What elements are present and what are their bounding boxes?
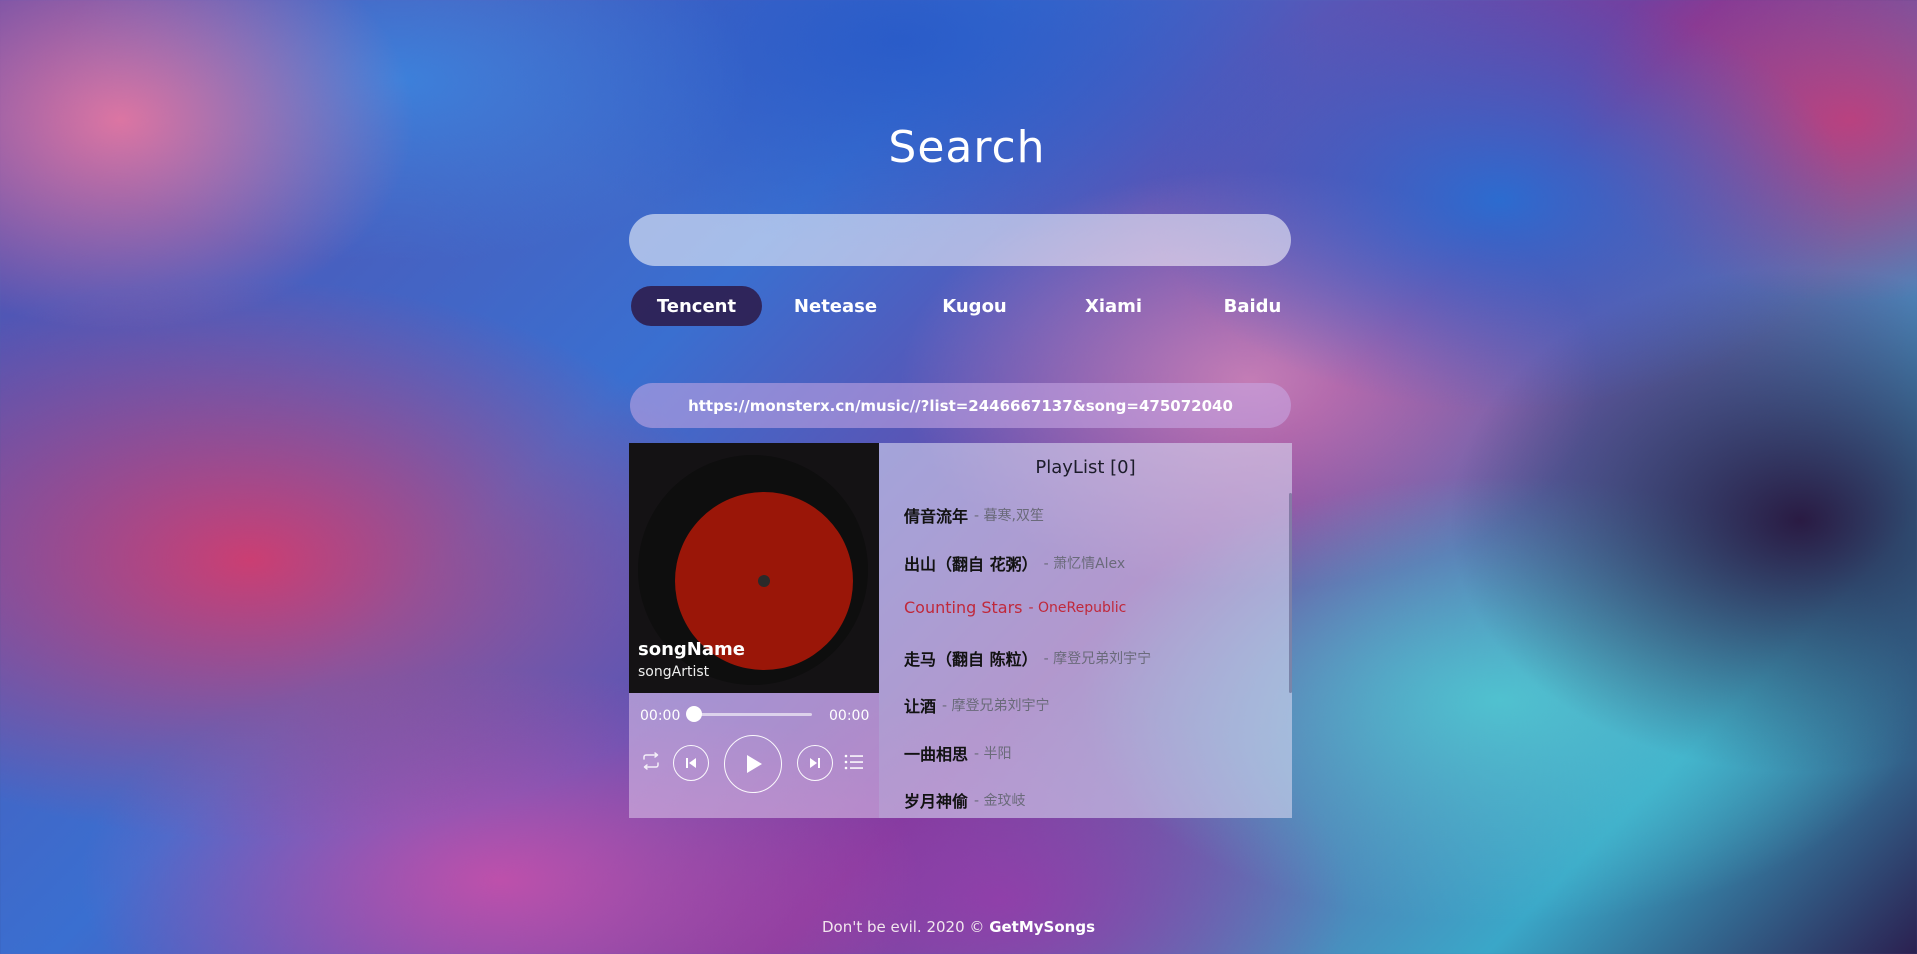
- play-icon: [741, 752, 765, 776]
- total-time: 00:00: [829, 708, 870, 724]
- playlist-item-artist: OneRepublic: [1038, 600, 1127, 616]
- tab-baidu[interactable]: Baidu: [1187, 286, 1318, 326]
- playlist-item-separator: -: [1043, 555, 1054, 572]
- playlist-panel: PlayList [0] 倩音流年 - 暮寒,双笙 出山（翻自 花粥） - 萧忆…: [879, 443, 1292, 818]
- playlist-item[interactable]: 倩音流年 - 暮寒,双笙: [904, 503, 1282, 551]
- source-tabs: Tencent Netease Kugou Xiami Baidu: [631, 286, 1318, 326]
- playlist-item[interactable]: 一曲相思 - 半阳: [904, 741, 1282, 789]
- playlist-item-artist: 半阳: [983, 745, 1012, 762]
- playlist-item-artist: 暮寒,双笙: [983, 508, 1044, 524]
- tab-xiami[interactable]: Xiami: [1048, 286, 1179, 326]
- previous-button[interactable]: [673, 745, 709, 781]
- share-url-bar[interactable]: https://monsterx.cn/music//?list=2446667…: [630, 383, 1291, 428]
- playlist-item[interactable]: 出山（翻自 花粥） - 萧忆情Alex: [904, 551, 1282, 599]
- playlist-button[interactable]: [841, 749, 867, 775]
- progress-knob[interactable]: [686, 706, 702, 722]
- current-time: 00:00: [640, 708, 681, 724]
- playlist-item-separator: -: [974, 745, 984, 762]
- search-input[interactable]: [629, 214, 1291, 266]
- playlist-item-separator: -: [974, 508, 984, 524]
- album-cover: songName songArtist: [629, 443, 879, 693]
- footer: Don't be evil. 2020 © GetMySongs: [0, 918, 1917, 936]
- repeat-icon: [640, 750, 662, 772]
- playlist-item[interactable]: 岁月神偷 - 金玟岐: [904, 788, 1282, 818]
- song-artist: songArtist: [638, 664, 710, 680]
- playlist-item-separator: -: [942, 698, 952, 714]
- music-player: songName songArtist 00:00 00:00 PlayList…: [629, 443, 1292, 818]
- playlist-item-name: Counting Stars: [904, 598, 1023, 617]
- playlist-scrollbar[interactable]: [1289, 493, 1292, 693]
- footer-brand[interactable]: GetMySongs: [989, 918, 1095, 936]
- playlist-item[interactable]: 走马（翻自 陈粒） - 摩登兄弟刘宇宁: [904, 646, 1282, 694]
- playlist-icon: [843, 751, 865, 773]
- playlist-item-name: 让酒: [904, 697, 937, 716]
- player-panel: songName songArtist 00:00 00:00: [629, 443, 879, 818]
- playlist-item-artist: 摩登兄弟刘宇宁: [951, 698, 1050, 714]
- previous-icon: [683, 755, 699, 771]
- footer-text: Don't be evil. 2020 ©: [821, 918, 990, 936]
- song-name: songName: [638, 639, 745, 660]
- vinyl-hole: [758, 575, 770, 587]
- tab-kugou[interactable]: Kugou: [909, 286, 1040, 326]
- playlist-item-name: 倩音流年: [904, 507, 969, 526]
- playlist-item-name: 岁月神偷: [904, 792, 969, 811]
- repeat-button[interactable]: [639, 749, 663, 773]
- playlist-item-name: 出山（翻自 花粥）: [904, 554, 1038, 574]
- playlist-item-artist: 萧忆情Alex: [1053, 555, 1126, 572]
- playlist-item-separator: -: [974, 793, 984, 809]
- playlist-item-separator: -: [1043, 650, 1054, 667]
- playlist-item-name: 走马（翻自 陈粒）: [904, 649, 1038, 669]
- playlist-item-artist: 金玟岐: [983, 793, 1026, 809]
- playlist-item-separator: -: [1028, 600, 1039, 616]
- tab-netease[interactable]: Netease: [770, 286, 901, 326]
- playlist-item-name: 一曲相思: [904, 744, 969, 764]
- playlist-item-artist: 摩登兄弟刘宇宁: [1053, 650, 1152, 667]
- next-button[interactable]: [797, 745, 833, 781]
- play-button[interactable]: [724, 735, 782, 793]
- playlist-title: PlayList [0]: [1035, 457, 1136, 478]
- page-title: Search: [888, 122, 1046, 173]
- tab-tencent[interactable]: Tencent: [631, 286, 762, 326]
- next-icon: [807, 755, 823, 771]
- playlist-list: 倩音流年 - 暮寒,双笙 出山（翻自 花粥） - 萧忆情Alex Countin…: [904, 503, 1282, 818]
- playlist-item[interactable]: 让酒 - 摩登兄弟刘宇宁: [904, 693, 1282, 741]
- progress-bar[interactable]: [686, 706, 812, 722]
- playlist-item-playing[interactable]: Counting Stars - OneRepublic: [904, 598, 1282, 646]
